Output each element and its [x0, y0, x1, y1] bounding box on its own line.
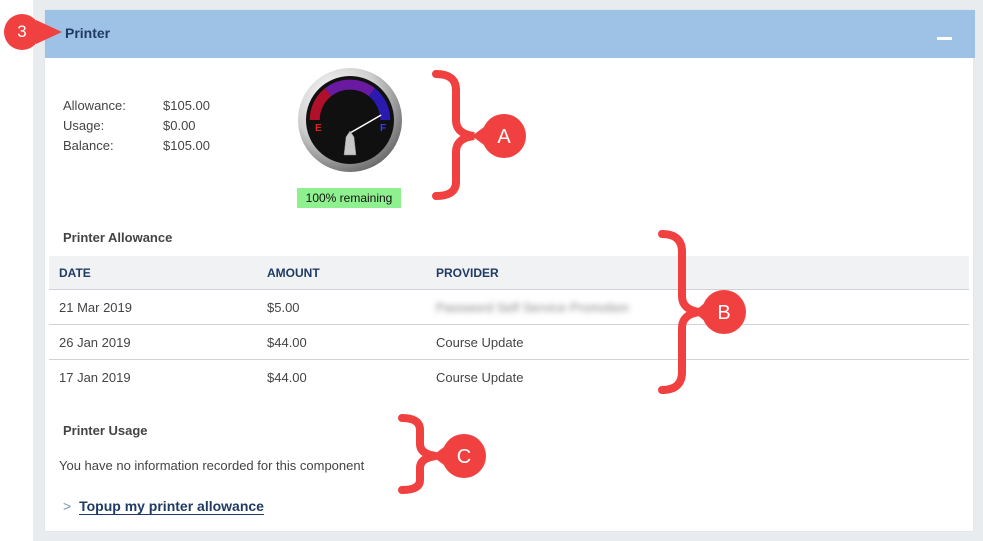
minus-icon[interactable]: [937, 37, 952, 40]
usage-empty-message: You have no information recorded for thi…: [59, 458, 365, 473]
brace-c-shape: [398, 414, 437, 494]
table-row: 21 Mar 2019 $5.00 Password Self Service …: [49, 289, 969, 324]
allowance-table: DATE AMOUNT PROVIDER 21 Mar 2019 $5.00 P…: [49, 256, 969, 394]
chevron-right-icon: >: [63, 498, 72, 514]
brace-b-label: B: [717, 302, 730, 324]
table-row: 26 Jan 2019 $44.00 Course Update: [49, 324, 969, 359]
summary-row-usage: Usage: $0.00: [63, 116, 243, 136]
summary-label: Allowance:: [63, 98, 126, 113]
brace-a-label: A: [497, 126, 511, 148]
allowance-section-title: Printer Allowance: [63, 230, 173, 245]
row-amount: $5.00: [267, 299, 300, 315]
topup-link-row: > Topup my printer allowance: [63, 498, 264, 515]
column-header-date: DATE: [59, 265, 91, 280]
brace-b-pointer: [694, 300, 708, 324]
summary-label: Balance:: [63, 138, 114, 153]
summary-row-allowance: Allowance: $105.00: [63, 96, 243, 116]
panel-title: Printer: [65, 25, 111, 41]
gauge-full-label: F: [380, 123, 386, 134]
topup-link[interactable]: Topup my printer allowance: [79, 498, 264, 515]
summary-value: $0.00: [163, 118, 196, 133]
row-date: 21 Mar 2019: [59, 299, 132, 315]
summary-row-balance: Balance: $105.00: [63, 136, 243, 156]
row-amount: $44.00: [267, 369, 307, 385]
gauge-empty-label: E: [315, 123, 322, 134]
brace-c: C: [398, 414, 486, 494]
row-amount: $44.00: [267, 334, 307, 350]
table-header: DATE AMOUNT PROVIDER: [49, 256, 969, 289]
summary-label: Usage:: [63, 118, 105, 133]
row-date: 26 Jan 2019: [59, 334, 131, 350]
row-date: 17 Jan 2019: [59, 369, 131, 385]
column-header-amount: AMOUNT: [267, 265, 320, 280]
panel-header[interactable]: Printer: [45, 10, 975, 58]
brace-a-pointer: [472, 124, 488, 148]
gauge-status-badge: 100% remaining: [297, 188, 401, 208]
brace-b: B: [658, 230, 746, 394]
step-marker: 3: [4, 14, 40, 50]
summary-value: $105.00: [163, 98, 210, 113]
brace-a: A: [432, 70, 526, 200]
summary-value: $105.00: [163, 138, 210, 153]
table-row: 17 Jan 2019 $44.00 Course Update: [49, 359, 969, 394]
usage-section-title: Printer Usage: [63, 423, 148, 438]
brace-c-pointer: [432, 444, 448, 468]
brace-c-label: C: [457, 446, 471, 468]
fuel-gauge: E F: [298, 68, 402, 172]
balance-summary: Allowance: $105.00 Usage: $0.00 Balance:…: [63, 96, 243, 156]
brace-a-shape: [432, 70, 475, 200]
